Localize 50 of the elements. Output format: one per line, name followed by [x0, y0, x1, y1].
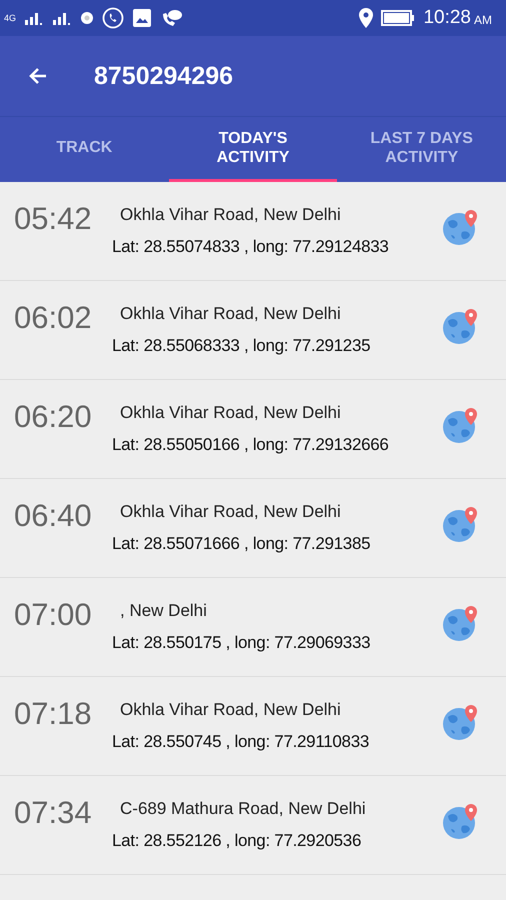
globe-pin-icon[interactable] — [442, 703, 480, 741]
globe-pin-icon[interactable] — [442, 208, 480, 246]
signal-icon — [52, 11, 72, 25]
image-icon — [132, 8, 152, 28]
entry-address: , New Delhi — [119, 601, 208, 621]
activity-row[interactable]: 07:18 Okhla Vihar Road, New Delhi Lat: 28.550745 , long: 77.29110833 — [0, 677, 506, 776]
activity-row[interactable]: 06:40 Okhla Vihar Road, New Delhi Lat: 28.55071666 , long: 77.291385 — [0, 479, 506, 578]
entry-time: 07:18 — [14, 696, 93, 732]
tab[interactable]: TODAY'S ACTIVITY — [168, 117, 338, 182]
clock-time: 10:28 — [423, 7, 471, 29]
entry-coordinates: Lat: 28.550175 , long: 77.29069333 — [112, 633, 372, 653]
entry-time: 07:00 — [14, 597, 93, 633]
entry-coordinates: Lat: 28.55071666 , long: 77.291385 — [112, 534, 372, 554]
entry-time: 06:02 — [14, 300, 93, 336]
globe-pin-icon[interactable] — [442, 802, 480, 840]
entry-time: 06:20 — [14, 399, 93, 435]
globe-pin-icon[interactable] — [442, 505, 480, 543]
globe-pin-icon[interactable] — [442, 604, 480, 642]
activity-row[interactable]: 06:20 Okhla Vihar Road, New Delhi Lat: 28.55050166 , long: 77.29132666 — [0, 380, 506, 479]
entry-coordinates: Lat: 28.55074833 , long: 77.29124833 — [112, 237, 390, 257]
clock-meridiem: AM — [474, 13, 492, 27]
signal-icon — [24, 11, 44, 25]
battery-icon — [381, 10, 416, 26]
entry-address: Okhla Vihar Road, New Delhi — [119, 304, 342, 324]
activity-row[interactable]: 07:00 , New Delhi Lat: 28.550175 , long: 77.29069333 — [0, 578, 506, 677]
phone-icon — [102, 7, 124, 29]
entry-address: Okhla Vihar Road, New Delhi — [119, 205, 342, 225]
activity-row[interactable]: 07:34 C-689 Mathura Road, New Delhi Lat: 28.552126 , long: 77.2920536 — [0, 776, 506, 875]
entry-time: 05:42 — [14, 201, 93, 237]
globe-pin-icon[interactable] — [442, 406, 480, 444]
globe-pin-icon[interactable] — [442, 307, 480, 345]
entry-time: 06:40 — [14, 498, 93, 534]
entry-address: Okhla Vihar Road, New Delhi — [119, 502, 342, 522]
entry-coordinates: Lat: 28.552126 , long: 77.2920536 — [112, 831, 362, 851]
entry-address: C-689 Mathura Road, New Delhi — [119, 799, 367, 819]
entry-coordinates: Lat: 28.55050166 , long: 77.29132666 — [112, 435, 390, 455]
entry-address: Okhla Vihar Road, New Delhi — [119, 403, 342, 423]
entry-coordinates: Lat: 28.55068333 , long: 77.291235 — [112, 336, 372, 356]
entry-time: 07:34 — [14, 795, 93, 831]
entry-address: Okhla Vihar Road, New Delhi — [119, 700, 342, 720]
network-type: 4G — [4, 13, 16, 23]
tab[interactable]: LAST 7 DAYS ACTIVITY — [337, 117, 506, 182]
activity-row[interactable]: 05:42 Okhla Vihar Road, New Delhi Lat: 28.55074833 , long: 77.29124833 — [0, 182, 506, 281]
entry-coordinates: Lat: 28.550745 , long: 77.29110833 — [112, 732, 370, 752]
location-pin-icon — [359, 8, 374, 28]
phone-number-title: 8750294296 — [94, 62, 234, 90]
tab[interactable]: TRACK — [0, 117, 169, 182]
activity-row[interactable]: 06:02 Okhla Vihar Road, New Delhi Lat: 28.55068333 , long: 77.291235 — [0, 281, 506, 380]
chat-phone-icon — [160, 8, 184, 28]
dot-icon — [80, 11, 94, 25]
